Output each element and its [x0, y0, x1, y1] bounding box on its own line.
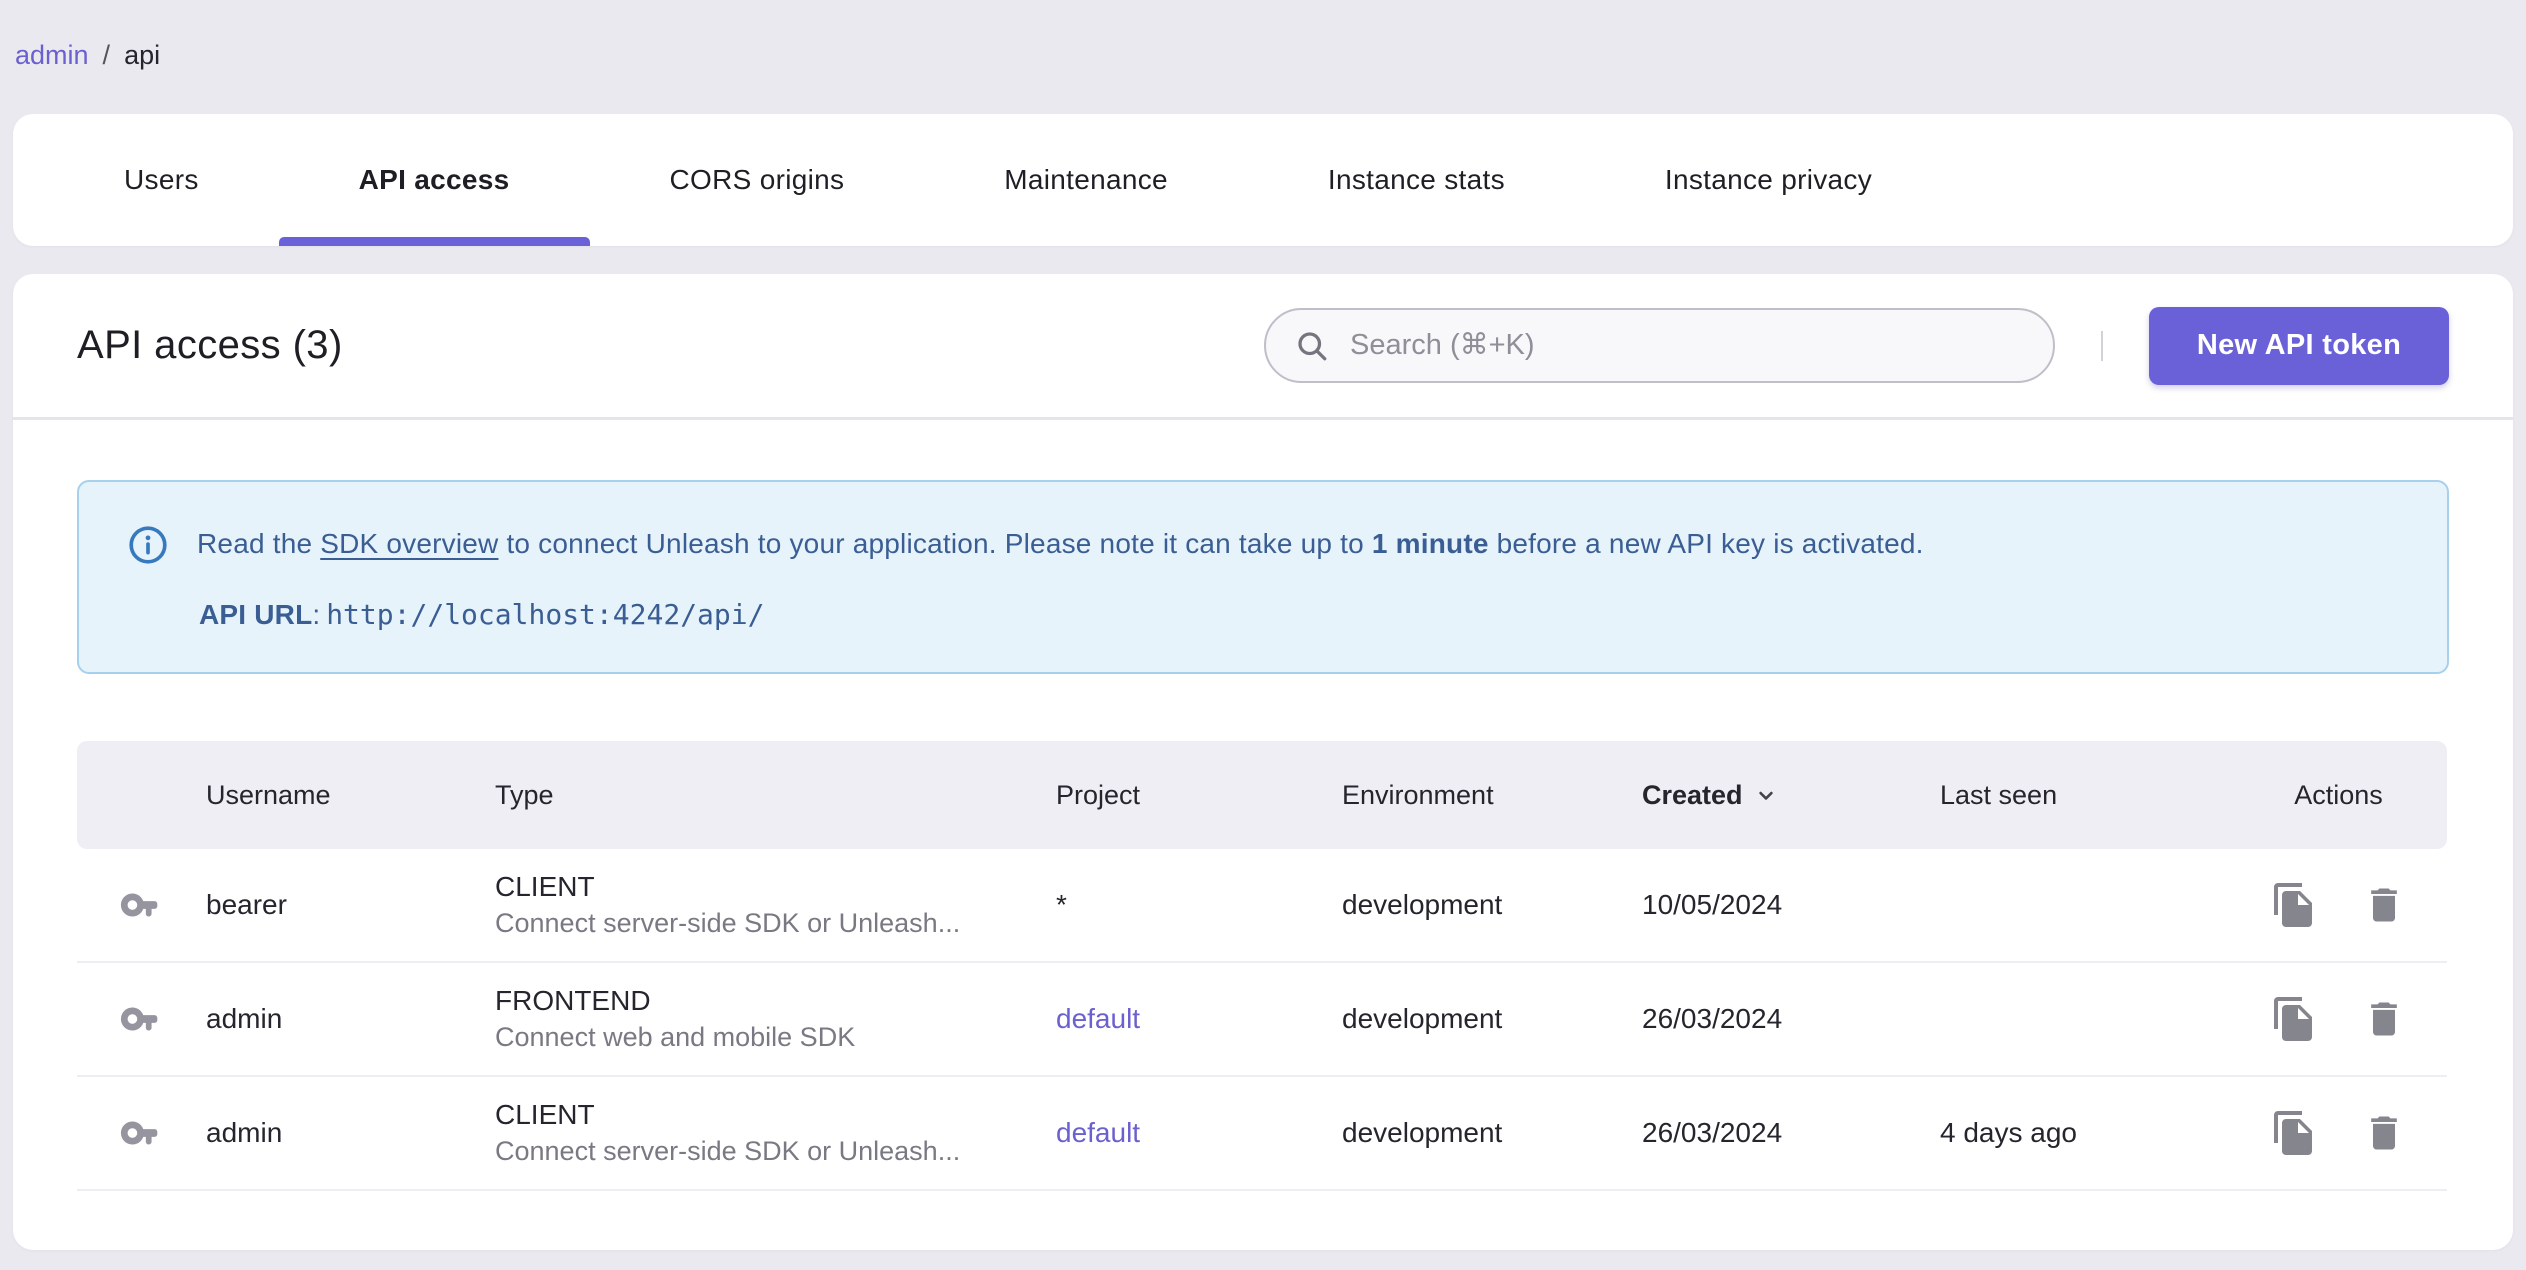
column-header-environment: Environment	[1342, 779, 1494, 810]
card-header: API access (3) New API token	[13, 274, 2513, 420]
table-row[interactable]: bearer CLIENT Connect server-side SDK or…	[77, 849, 2447, 963]
type-cell: CLIENT Connect server-side SDK or Unleas…	[495, 869, 1056, 941]
tab-label: CORS origins	[669, 164, 845, 195]
breadcrumb-admin-link[interactable]: admin	[15, 40, 89, 71]
tab-maintenance[interactable]: Maintenance	[924, 114, 1248, 246]
created-cell: 26/03/2024	[1642, 1117, 1783, 1148]
sort-chevron-down-icon	[1758, 791, 1773, 800]
tab-label: Users	[124, 164, 199, 195]
sdk-overview-link[interactable]: SDK overview	[320, 528, 498, 559]
token-type-description: Connect server-side SDK or Unleash...	[495, 1136, 961, 1166]
table-row[interactable]: admin CLIENT Connect server-side SDK or …	[77, 1077, 2447, 1191]
banner-message-row: Read the SDK overview to connect Unleash…	[127, 522, 2407, 566]
environment-cell: development	[1342, 1117, 1503, 1148]
tab-label: Maintenance	[1004, 164, 1168, 195]
header-divider	[2101, 330, 2103, 361]
token-type: CLIENT	[495, 1099, 595, 1130]
delete-token-button[interactable]	[2360, 1109, 2408, 1157]
environment-cell: development	[1342, 1003, 1503, 1034]
search-box[interactable]	[1264, 308, 2055, 383]
copy-icon	[2273, 997, 2312, 1041]
banner-text-suffix: before a new API key is activated.	[1488, 528, 1924, 559]
tab-users[interactable]: Users	[44, 114, 279, 246]
type-cell: CLIENT Connect server-side SDK or Unleas…	[495, 1097, 1056, 1169]
trash-icon	[2370, 1116, 2397, 1150]
api-url-value: http://localhost:4242/api/	[326, 598, 765, 631]
tab-label: API access	[358, 164, 510, 195]
column-header-last-seen: Last seen	[1940, 779, 2058, 810]
trash-icon	[2370, 1002, 2397, 1036]
token-type-description: Connect server-side SDK or Unleash...	[495, 908, 961, 938]
banner-text-prefix: Read the	[197, 528, 321, 559]
breadcrumb-current: api	[124, 40, 161, 70]
search-input[interactable]	[1350, 329, 2025, 362]
table-header-row: Username Type Project Environment Create…	[77, 741, 2447, 849]
key-icon	[120, 1121, 157, 1145]
project-cell: *	[1056, 889, 1067, 920]
token-type: FRONTEND	[495, 985, 651, 1016]
api-url-label: API URL	[199, 599, 313, 630]
copy-icon	[2273, 1111, 2312, 1155]
copy-token-button[interactable]	[2270, 995, 2318, 1043]
trash-icon	[2370, 888, 2397, 922]
project-cell: default	[1056, 1117, 1141, 1148]
tab-list: Users API access CORS origins Maintenance In…	[13, 114, 2513, 246]
tab-label: Instance privacy	[1664, 164, 1873, 195]
delete-token-button[interactable]	[2360, 995, 2408, 1043]
last-seen-cell: 4 days ago	[1940, 1117, 2077, 1148]
token-icon-cell	[77, 1110, 206, 1156]
tab-cors-origins[interactable]: CORS origins	[590, 114, 925, 246]
search-icon	[1298, 331, 1327, 360]
username-cell: admin	[206, 1117, 283, 1148]
column-header-username: Username	[206, 779, 331, 810]
copy-token-button[interactable]	[2270, 1109, 2318, 1157]
type-cell: FRONTEND Connect web and mobile SDK	[495, 983, 1056, 1055]
created-cell: 26/03/2024	[1642, 1003, 1783, 1034]
username-cell: bearer	[206, 889, 287, 920]
banner-text: Read the SDK overview to connect Unleash…	[197, 522, 1924, 566]
actions-cell	[2230, 881, 2447, 929]
tabs-card: Users API access CORS origins Maintenance In…	[13, 114, 2513, 246]
api-url-separator: :	[312, 599, 321, 630]
column-header-type: Type	[495, 779, 554, 810]
token-icon-cell	[77, 996, 206, 1042]
info-banner: Read the SDK overview to connect Unleash…	[77, 480, 2449, 674]
api-tokens-table: Username Type Project Environment Create…	[77, 741, 2447, 1191]
card-content: Read the SDK overview to connect Unleash…	[13, 480, 2513, 1191]
created-header-label: Created	[1642, 779, 1743, 810]
created-cell: 10/05/2024	[1642, 889, 1783, 920]
actions-cell	[2230, 1109, 2447, 1157]
breadcrumb-separator: /	[102, 40, 111, 70]
tab-instance-privacy[interactable]: Instance privacy	[1585, 114, 1952, 246]
copy-token-button[interactable]	[2270, 881, 2318, 929]
actions-cell	[2230, 995, 2447, 1043]
copy-icon	[2273, 883, 2312, 927]
token-icon-cell	[77, 882, 206, 928]
table-row[interactable]: admin FRONTEND Connect web and mobile SD…	[77, 963, 2447, 1077]
breadcrumb: admin / api	[15, 40, 160, 71]
key-icon	[120, 1007, 157, 1031]
api-url-row: API URL: http://localhost:4242/api/	[199, 598, 2407, 631]
page-title: API access (3)	[77, 323, 343, 367]
environment-cell: development	[1342, 889, 1503, 920]
banner-text-middle: to connect Unleash to your application. …	[498, 528, 1372, 559]
info-icon	[129, 526, 167, 564]
project-cell: default	[1056, 1003, 1141, 1034]
tab-instance-stats[interactable]: Instance stats	[1248, 114, 1585, 246]
banner-bold-text: 1 minute	[1371, 528, 1489, 559]
delete-token-button[interactable]	[2360, 881, 2408, 929]
table-body: bearer CLIENT Connect server-side SDK or…	[77, 849, 2447, 1191]
column-header-actions: Actions	[2294, 779, 2383, 810]
username-cell: admin	[206, 1003, 283, 1034]
column-header-project: Project	[1056, 779, 1141, 810]
token-type: CLIENT	[495, 871, 595, 902]
tab-label: Instance stats	[1327, 164, 1505, 195]
tab-api-access[interactable]: API access	[278, 114, 590, 246]
admin-api-access-page: admin / api Users API access CORS origins M…	[0, 0, 2526, 1270]
token-type-description: Connect web and mobile SDK	[495, 1022, 856, 1052]
new-api-token-button[interactable]: New API token	[2149, 306, 2449, 385]
column-header-created[interactable]: Created	[1642, 780, 1940, 811]
key-icon	[120, 893, 157, 917]
api-access-card: API access (3) New API token	[13, 274, 2513, 1250]
